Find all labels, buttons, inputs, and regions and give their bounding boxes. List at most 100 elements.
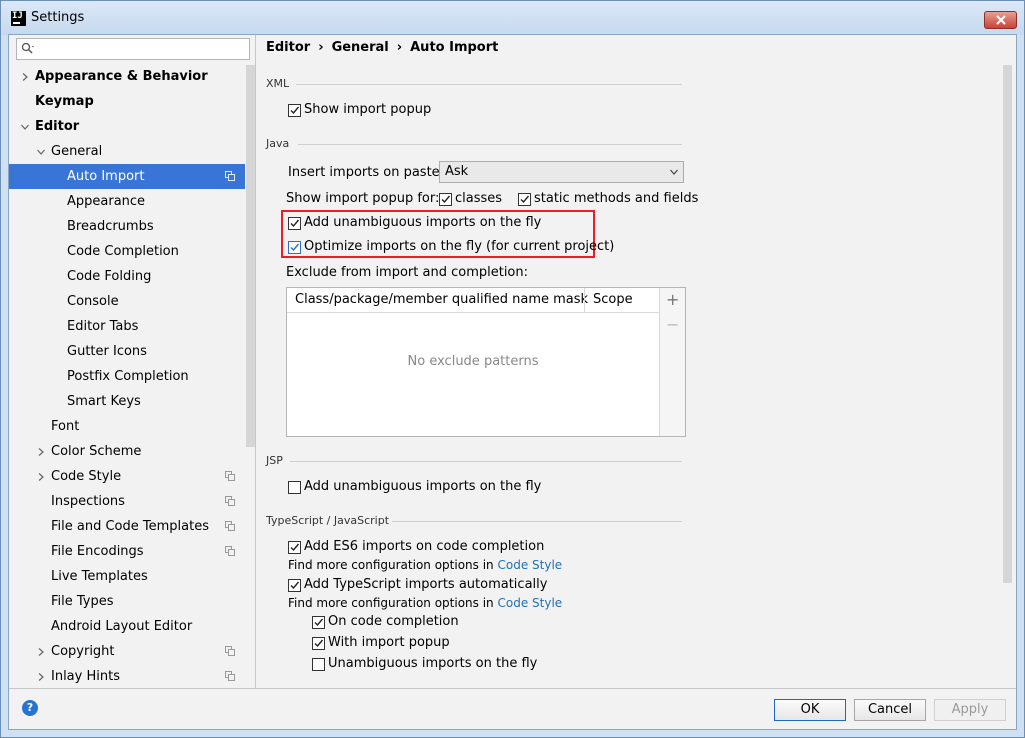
sidebar-item-editor[interactable]: Editor bbox=[9, 114, 245, 139]
sidebar-item-inlay-hints[interactable]: Inlay Hints bbox=[9, 664, 245, 689]
sidebar-item-label: Font bbox=[51, 419, 80, 434]
insert-imports-label: Insert imports on paste: bbox=[288, 165, 445, 180]
chevron-right-icon[interactable] bbox=[21, 73, 29, 81]
sidebar-item-appearance-behavior[interactable]: Appearance & Behavior bbox=[9, 64, 245, 89]
unambiguous-imports-label: Unambiguous imports on the fly bbox=[328, 656, 538, 671]
find-more-text-1: Find more configuration options in Code … bbox=[288, 558, 562, 572]
exclude-table[interactable]: Class/package/member qualified name mask… bbox=[286, 287, 686, 437]
sidebar-item-code-style[interactable]: Code Style bbox=[9, 464, 245, 489]
sidebar-item-postfix-completion[interactable]: Postfix Completion bbox=[9, 364, 245, 389]
sidebar-item-label: Editor Tabs bbox=[67, 319, 139, 334]
search-input[interactable] bbox=[16, 38, 250, 60]
chevron-right-icon[interactable] bbox=[37, 673, 45, 681]
sidebar-item-android-layout-editor[interactable]: Android Layout Editor bbox=[9, 614, 245, 639]
classes-checkbox[interactable]: classes bbox=[439, 191, 502, 206]
section-java: Java bbox=[266, 137, 290, 150]
section-typescript: TypeScript / JavaScript bbox=[266, 514, 390, 527]
optimize-imports-checkbox[interactable]: Optimize imports on the fly (for current… bbox=[288, 239, 614, 254]
add-icon[interactable]: + bbox=[666, 292, 679, 308]
unambiguous-imports-checkbox[interactable]: Unambiguous imports on the fly bbox=[312, 656, 537, 671]
sidebar-item-code-folding[interactable]: Code Folding bbox=[9, 264, 245, 289]
chevron-right-icon[interactable] bbox=[37, 648, 45, 656]
chevron-right-icon[interactable] bbox=[37, 448, 45, 456]
sidebar-item-label: Code Folding bbox=[67, 269, 152, 284]
sidebar-item-general[interactable]: General bbox=[9, 139, 245, 164]
section-xml: XML bbox=[266, 77, 290, 90]
sidebar-item-color-scheme[interactable]: Color Scheme bbox=[9, 439, 245, 464]
sidebar-item-gutter-icons[interactable]: Gutter Icons bbox=[9, 339, 245, 364]
dialog-footer: ? OK Cancel Apply bbox=[9, 688, 1016, 729]
sidebar-item-label: Keymap bbox=[35, 94, 94, 109]
window-title: Settings bbox=[31, 10, 85, 25]
sidebar-item-smart-keys[interactable]: Smart Keys bbox=[9, 389, 245, 414]
insert-imports-dropdown[interactable]: Ask bbox=[439, 161, 684, 183]
chevron-down-icon[interactable] bbox=[37, 148, 45, 156]
checkbox-checked bbox=[439, 193, 452, 206]
sidebar-item-file-and-code-templates[interactable]: File and Code Templates bbox=[9, 514, 245, 539]
sidebar-item-live-templates[interactable]: Live Templates bbox=[9, 564, 245, 589]
section-divider bbox=[298, 144, 682, 145]
content-scrollbar[interactable] bbox=[1003, 65, 1012, 583]
settings-window: IJ Settings Appearance & Behavior Keymap E… bbox=[0, 0, 1025, 738]
sidebar-item-label: Copyright bbox=[51, 644, 115, 659]
code-style-link[interactable]: Code Style bbox=[497, 558, 562, 572]
checkbox-checked bbox=[288, 241, 301, 254]
sidebar-item-label: File Encodings bbox=[51, 544, 144, 559]
sidebar-item-breadcrumbs[interactable]: Breadcrumbs bbox=[9, 214, 245, 239]
sidebar-item-label: Breadcrumbs bbox=[67, 219, 154, 234]
chevron-down-icon bbox=[670, 169, 678, 175]
with-import-popup-checkbox[interactable]: With import popup bbox=[312, 635, 450, 650]
help-icon[interactable]: ? bbox=[22, 700, 38, 716]
close-button[interactable] bbox=[984, 11, 1017, 29]
jsp-add-unambiguous-checkbox[interactable]: Add unambiguous imports on the fly bbox=[288, 479, 541, 494]
dialog-body: Appearance & Behavior Keymap Editor General… bbox=[8, 34, 1017, 730]
checkbox-checked bbox=[312, 616, 325, 629]
with-import-popup-label: With import popup bbox=[328, 635, 450, 650]
breadcrumb-separator: › bbox=[396, 40, 403, 55]
sidebar-item-appearance[interactable]: Appearance bbox=[9, 189, 245, 214]
ts-imports-checkbox[interactable]: Add TypeScript imports automatically bbox=[288, 577, 547, 592]
on-code-completion-checkbox[interactable]: On code completion bbox=[312, 614, 459, 629]
sidebar-item-file-encodings[interactable]: File Encodings bbox=[9, 539, 245, 564]
sidebar-item-label: Inspections bbox=[51, 494, 125, 509]
es6-imports-checkbox[interactable]: Add ES6 imports on code completion bbox=[288, 539, 544, 554]
remove-icon[interactable]: − bbox=[666, 317, 679, 333]
sidebar-item-label: General bbox=[51, 144, 103, 159]
sidebar-item-label: Code Style bbox=[51, 469, 122, 484]
sidebar-item-label: Color Scheme bbox=[51, 444, 142, 459]
column-mask-header: Class/package/member qualified name mask bbox=[295, 292, 589, 307]
xml-show-import-popup-checkbox[interactable]: Show import popup bbox=[288, 102, 431, 117]
sidebar-item-label: Live Templates bbox=[51, 569, 148, 584]
sidebar-item-console[interactable]: Console bbox=[9, 289, 245, 314]
intellij-app-icon: IJ bbox=[11, 11, 26, 26]
table-toolbar: + − bbox=[659, 288, 685, 436]
code-style-link[interactable]: Code Style bbox=[497, 596, 562, 610]
checkbox-checked bbox=[288, 579, 301, 592]
cancel-button[interactable]: Cancel bbox=[854, 699, 926, 721]
sidebar-item-code-completion[interactable]: Code Completion bbox=[9, 239, 245, 264]
checkbox-unchecked bbox=[312, 658, 325, 671]
add-unambiguous-checkbox[interactable]: Add unambiguous imports on the fly bbox=[288, 215, 541, 230]
ts-imports-label: Add TypeScript imports automatically bbox=[304, 577, 548, 592]
sidebar-item-inspections[interactable]: Inspections bbox=[9, 489, 245, 514]
sidebar-item-label: Postfix Completion bbox=[67, 369, 189, 384]
ok-button[interactable]: OK bbox=[774, 699, 846, 721]
chevron-right-icon[interactable] bbox=[37, 473, 45, 481]
sidebar-item-keymap[interactable]: Keymap bbox=[9, 89, 245, 114]
sidebar-item-auto-import[interactable]: Auto Import bbox=[9, 164, 245, 189]
sidebar-item-file-types[interactable]: File Types bbox=[9, 589, 245, 614]
checkbox-checked bbox=[312, 637, 325, 650]
sidebar-item-font[interactable]: Font bbox=[9, 414, 245, 439]
static-methods-checkbox[interactable]: static methods and fields bbox=[518, 191, 698, 206]
apply-button[interactable]: Apply bbox=[934, 699, 1006, 721]
breadcrumb-general: General bbox=[331, 40, 389, 55]
project-copy-icon bbox=[225, 496, 235, 506]
project-copy-icon bbox=[225, 521, 235, 531]
es6-imports-label: Add ES6 imports on code completion bbox=[304, 539, 545, 554]
sidebar-item-copyright[interactable]: Copyright bbox=[9, 639, 245, 664]
sidebar-scrollbar[interactable] bbox=[246, 65, 255, 447]
chevron-down-icon[interactable] bbox=[21, 123, 29, 131]
checkbox-checked bbox=[518, 193, 531, 206]
sidebar-item-label: Gutter Icons bbox=[67, 344, 147, 359]
sidebar-item-editor-tabs[interactable]: Editor Tabs bbox=[9, 314, 245, 339]
